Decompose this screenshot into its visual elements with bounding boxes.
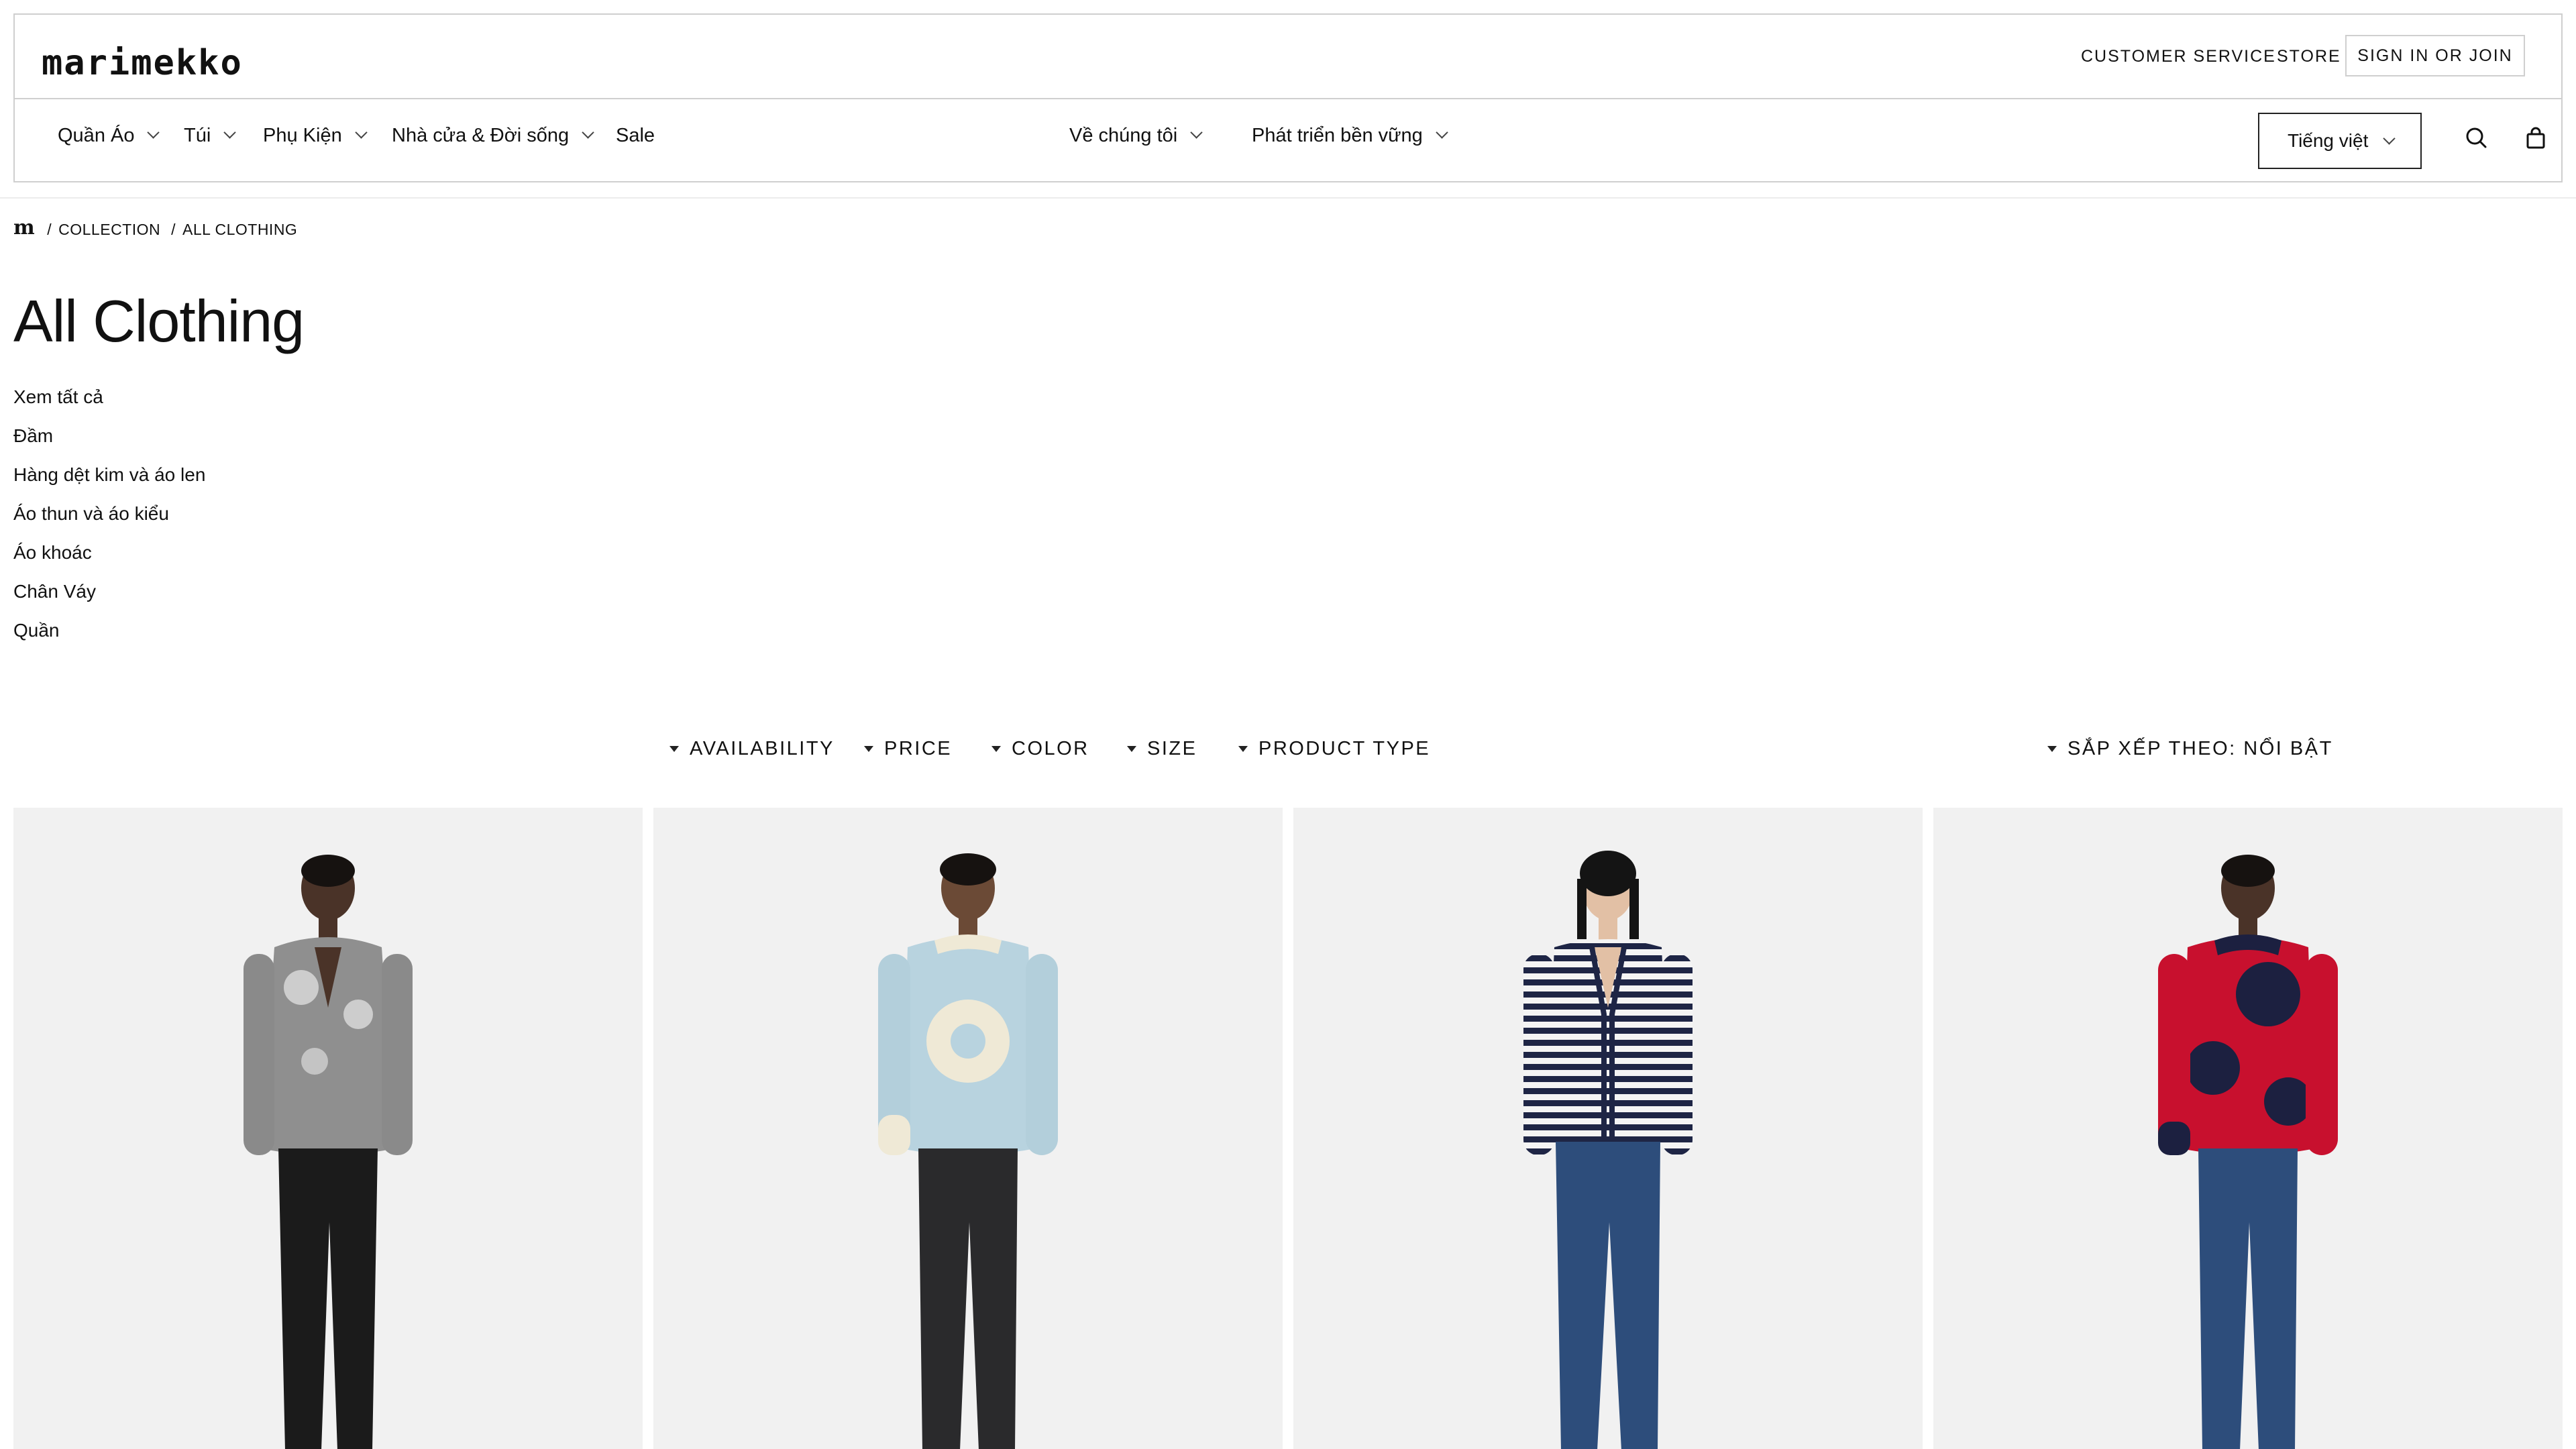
filter-color[interactable]: COLOR	[991, 738, 1089, 760]
filter-label: COLOR	[1012, 738, 1089, 759]
customer-service-link[interactable]: CUSTOMER SERVICE	[2081, 47, 2276, 66]
category-link-tops[interactable]: Áo thun và áo kiểu	[13, 502, 205, 541]
nav-item-label: Sale	[616, 125, 655, 146]
sort-label: SẮP XẾP THEO: NỔI BẬT	[2068, 738, 2333, 759]
page-title: All Clothing	[13, 288, 305, 354]
category-link-dresses[interactable]: Đầm	[13, 424, 205, 463]
nav-item-label: Túi	[184, 125, 211, 146]
category-list: Xem tất cả Đầm Hàng dệt kim và áo len Áo…	[13, 385, 205, 657]
site-header: marimekko CUSTOMER SERVICE STORE SIGN IN…	[13, 13, 2563, 182]
nav-item-label: Về chúng tôi	[1069, 125, 1178, 146]
chevron-down-icon	[355, 126, 368, 139]
category-link-skirts[interactable]: Chân Váy	[13, 580, 205, 619]
filter-price[interactable]: PRICE	[864, 738, 952, 760]
sort-dropdown[interactable]: SẮP XẾP THEO: NỔI BẬT	[2047, 738, 2333, 760]
search-icon	[2466, 127, 2487, 148]
breadcrumb-separator: /	[47, 221, 52, 238]
header-divider	[0, 197, 2576, 199]
chevron-down-icon	[223, 126, 236, 139]
header-top-row: marimekko CUSTOMER SERVICE STORE SIGN IN…	[15, 15, 2561, 99]
bag-icon	[2526, 127, 2545, 149]
nav-item-sustainability[interactable]: Phát triển bền vững	[1252, 125, 1448, 147]
nav-item-label: Nhà cửa & Đời sống	[392, 125, 570, 146]
caret-down-icon	[991, 746, 1001, 752]
store-link[interactable]: STORE	[2277, 47, 2341, 66]
caret-down-icon	[669, 746, 679, 752]
nav-item-accessories[interactable]: Phụ Kiện	[263, 125, 368, 147]
chevron-down-icon	[2383, 132, 2396, 145]
chevron-down-icon	[582, 126, 594, 139]
filter-label: AVAILABILITY	[690, 738, 835, 759]
breadcrumb-separator: /	[171, 221, 176, 238]
language-label: Tiếng việt	[2288, 130, 2369, 151]
main-nav: Quần Áo Túi Phụ Kiện Nhà cửa & Đời sống …	[15, 99, 2561, 182]
nav-item-label: Phụ Kiện	[263, 125, 342, 146]
chevron-down-icon	[147, 126, 160, 139]
nav-item-about-us[interactable]: Về chúng tôi	[1069, 125, 1203, 147]
breadcrumb-all-clothing[interactable]: ALL CLOTHING	[182, 221, 297, 239]
filter-availability[interactable]: AVAILABILITY	[669, 738, 835, 760]
search-button[interactable]	[2463, 125, 2490, 152]
caret-down-icon	[2047, 746, 2057, 752]
caret-down-icon	[1238, 746, 1248, 752]
filter-label: SIZE	[1147, 738, 1197, 759]
product-card[interactable]	[13, 808, 643, 1449]
nav-item-sale[interactable]: Sale	[616, 125, 655, 147]
home-logo-link[interactable]: m	[13, 216, 35, 239]
nav-item-bags[interactable]: Túi	[184, 125, 236, 147]
category-link-jackets[interactable]: Áo khoác	[13, 541, 205, 580]
chevron-down-icon	[1436, 126, 1448, 139]
product-card[interactable]	[1293, 808, 1923, 1449]
product-image	[244, 855, 413, 1449]
category-link-trousers[interactable]: Quần	[13, 619, 205, 657]
product-card[interactable]	[653, 808, 1283, 1449]
category-link-all[interactable]: Xem tất cả	[13, 385, 205, 424]
breadcrumb: m / COLLECTION / ALL CLOTHING	[13, 216, 308, 239]
filter-product-type[interactable]: PRODUCT TYPE	[1238, 738, 1430, 760]
filter-label: PRICE	[884, 738, 953, 759]
nav-item-label: Quần Áo	[58, 125, 135, 146]
nav-item-home-living[interactable]: Nhà cửa & Đời sống	[392, 125, 594, 147]
nav-item-clothing[interactable]: Quần Áo	[58, 125, 160, 147]
product-image	[2158, 855, 2338, 1449]
caret-down-icon	[864, 746, 873, 752]
cart-button[interactable]	[2522, 125, 2549, 152]
product-card[interactable]	[1933, 808, 2563, 1449]
nav-item-label: Phát triển bền vững	[1252, 125, 1423, 146]
category-link-knitwear[interactable]: Hàng dệt kim và áo len	[13, 463, 205, 502]
product-image	[878, 853, 1058, 1449]
product-image	[1523, 851, 1693, 1449]
sign-in-button[interactable]: SIGN IN OR JOIN	[2345, 35, 2525, 76]
filter-label: PRODUCT TYPE	[1258, 738, 1431, 759]
caret-down-icon	[1127, 746, 1136, 752]
marimekko-logo[interactable]: marimekko	[42, 43, 243, 83]
breadcrumb-collection[interactable]: COLLECTION	[58, 221, 160, 239]
filter-size[interactable]: SIZE	[1127, 738, 1197, 760]
language-selector[interactable]: Tiếng việt	[2258, 113, 2422, 169]
chevron-down-icon	[1190, 126, 1203, 139]
